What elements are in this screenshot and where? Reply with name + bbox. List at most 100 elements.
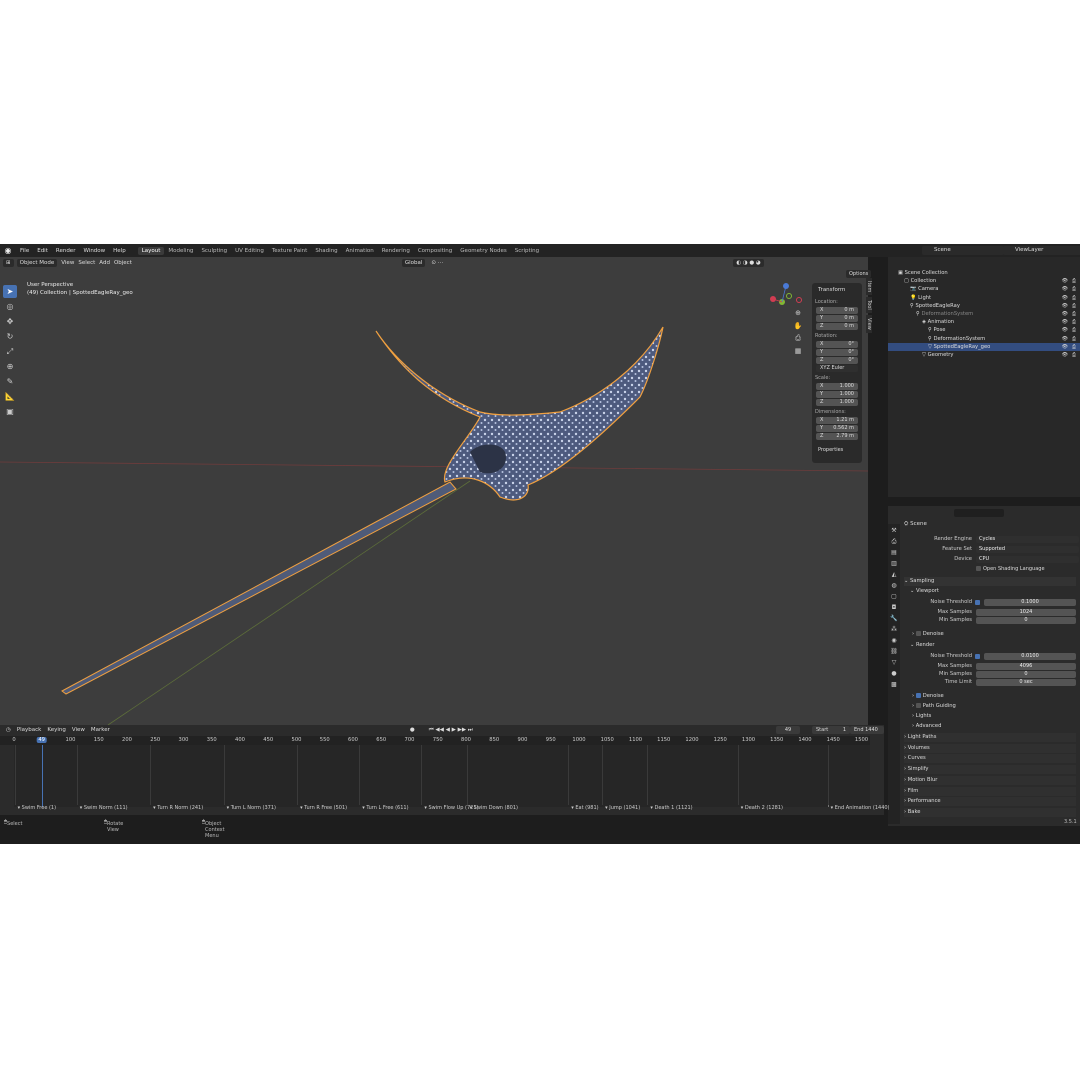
outliner-row[interactable]: ⚲ DeformationSystem 👁 ⎙ bbox=[888, 310, 1080, 318]
location-field-z[interactable]: Z 0 m bbox=[816, 323, 858, 330]
visibility-eye-icon[interactable]: 👁 bbox=[1062, 302, 1068, 310]
orientation-dropdown[interactable]: Global bbox=[401, 258, 426, 267]
menu-help[interactable]: Help bbox=[109, 248, 130, 254]
scene-selector[interactable]: Scene bbox=[922, 246, 1004, 255]
visibility-eye-icon[interactable]: 👁 bbox=[1062, 326, 1068, 334]
outliner-row[interactable]: ▽ SpottedEagleRay_geo 👁 ⎙ bbox=[888, 342, 1080, 351]
data-tab-icon[interactable]: ▽ bbox=[890, 658, 899, 667]
viewport-subsection[interactable]: ⌄ Viewport bbox=[910, 587, 1076, 596]
output-tab-icon[interactable]: ▤ bbox=[890, 548, 899, 557]
ray-body[interactable] bbox=[375, 326, 664, 501]
osl-checkbox[interactable]: Open Shading Language bbox=[976, 566, 1045, 572]
transform-panel-title[interactable]: Transform bbox=[818, 287, 845, 293]
dimensions-field-y[interactable]: Y 0.562 m bbox=[816, 425, 858, 432]
rotation-field-x[interactable]: X 0° bbox=[816, 341, 858, 348]
move-tool-icon[interactable]: ✥ bbox=[3, 315, 17, 328]
menu-window[interactable]: Window bbox=[79, 248, 109, 254]
timeline-marker[interactable]: ▾ Swim Down (801) bbox=[470, 805, 518, 811]
material-tab-icon[interactable]: ● bbox=[890, 669, 899, 678]
mode-dropdown[interactable]: Object Mode bbox=[16, 258, 58, 267]
properties-subpanel[interactable]: Properties bbox=[818, 447, 843, 453]
vp-noise-checkbox[interactable] bbox=[975, 599, 982, 606]
blender-logo-icon[interactable]: ◉ bbox=[3, 246, 13, 256]
scene-tab-icon[interactable]: ◭ bbox=[890, 570, 899, 579]
render-camera-icon[interactable]: ⎙ bbox=[1072, 277, 1076, 285]
outliner-row[interactable]: ⚲ Pose 👁 ⎙ bbox=[888, 326, 1080, 334]
outliner-row[interactable]: ▢ Collection 👁 ⎙ bbox=[888, 277, 1080, 285]
section-motion-blur[interactable]: › Motion Blur bbox=[904, 775, 1076, 785]
scale-field-y[interactable]: Y 1.000 bbox=[816, 391, 858, 398]
tab-item[interactable]: Item bbox=[866, 278, 872, 296]
workspace-tab[interactable]: Shading bbox=[311, 247, 341, 255]
timeline-marker[interactable]: ▾ Death 1 (1121) bbox=[650, 805, 692, 811]
camera-view-icon[interactable]: ⎙ bbox=[793, 332, 803, 345]
workspace-tab[interactable]: Layout bbox=[137, 246, 165, 255]
outliner-row[interactable]: ◈ Animation 👁 ⎙ bbox=[888, 318, 1080, 326]
timeline-marker[interactable]: ▾ Turn R Norm (241) bbox=[153, 805, 203, 811]
marker-menu[interactable]: Marker bbox=[91, 727, 110, 733]
r-denoise-subsection[interactable]: › Denoise bbox=[912, 692, 1076, 701]
visibility-eye-icon[interactable]: 👁 bbox=[1062, 285, 1068, 293]
path-guiding-subsection[interactable]: › Path Guiding bbox=[912, 702, 1076, 711]
visibility-eye-icon[interactable]: 👁 bbox=[1062, 318, 1068, 326]
end-frame-field[interactable]: End 1440 bbox=[850, 726, 884, 734]
start-frame-field[interactable]: Start 1 bbox=[812, 726, 850, 734]
view-menu[interactable]: View bbox=[61, 260, 74, 266]
render-camera-icon[interactable]: ⎙ bbox=[1072, 351, 1076, 359]
advanced-subsection[interactable]: › Advanced bbox=[912, 722, 1076, 731]
timeline-marker[interactable]: ▾ Swim Norm (111) bbox=[80, 805, 128, 811]
timeline-editor-icon[interactable]: ◷ bbox=[6, 727, 11, 733]
workspace-tab[interactable]: Texture Paint bbox=[268, 247, 312, 255]
annotate-tool-icon[interactable]: ✎ bbox=[3, 375, 17, 388]
dimensions-field-z[interactable]: Z 2.79 m bbox=[816, 433, 858, 440]
gizmo-neg-y[interactable] bbox=[786, 293, 792, 299]
viewport-canvas[interactable] bbox=[0, 257, 868, 725]
vp-min-field[interactable]: 0 bbox=[976, 617, 1076, 624]
workspace-tab[interactable]: Modeling bbox=[164, 247, 197, 255]
render-engine-dropdown[interactable]: Cycles bbox=[976, 536, 1079, 543]
zoom-icon[interactable]: ⊕ bbox=[793, 307, 803, 320]
vp-noise-field[interactable]: 0.1000 bbox=[984, 599, 1076, 606]
particles-tab-icon[interactable]: ⁂ bbox=[890, 625, 899, 634]
add-cube-tool-icon[interactable]: ▣ bbox=[3, 405, 17, 418]
object-menu[interactable]: Object bbox=[114, 260, 132, 266]
feature-set-dropdown[interactable]: Supported bbox=[976, 546, 1079, 553]
world-tab-icon[interactable]: ◍ bbox=[890, 581, 899, 590]
options-button[interactable]: Options bbox=[846, 270, 872, 278]
location-field-y[interactable]: Y 0 m bbox=[816, 315, 858, 322]
rotation-field-z[interactable]: Z 0° bbox=[816, 357, 858, 364]
timeline-marker[interactable]: ▾ Turn R Free (501) bbox=[300, 805, 347, 811]
timeline-marker[interactable]: ▾ Jump (1041) bbox=[605, 805, 640, 811]
r-max-field[interactable]: 4096 bbox=[976, 663, 1076, 670]
render-subsection[interactable]: ⌄ Render bbox=[910, 641, 1076, 650]
vp-denoise-subsection[interactable]: › Denoise bbox=[912, 630, 1076, 639]
location-field-x[interactable]: X 0 m bbox=[816, 307, 858, 314]
modifier-tab-icon[interactable]: 🔧 bbox=[890, 614, 899, 623]
workspace-tab[interactable]: Compositing bbox=[414, 247, 456, 255]
rotate-tool-icon[interactable]: ↻ bbox=[3, 330, 17, 343]
render-camera-icon[interactable]: ⎙ bbox=[1072, 335, 1076, 343]
dimensions-field-x[interactable]: X 1.21 m bbox=[816, 417, 858, 424]
menu-file[interactable]: File bbox=[16, 248, 33, 254]
outliner-row[interactable]: ⚲ SpottedEagleRay 👁 ⎙ bbox=[888, 302, 1080, 310]
transform-tool-icon[interactable]: ⊕ bbox=[3, 360, 17, 373]
editor-type-button[interactable]: ⊞ bbox=[3, 258, 14, 267]
timeline-marker[interactable]: ▾ Eat (981) bbox=[571, 805, 598, 811]
workspace-tab[interactable]: UV Editing bbox=[231, 247, 268, 255]
playback-menu[interactable]: Playback bbox=[17, 727, 42, 733]
r-noise-checkbox[interactable] bbox=[975, 653, 982, 660]
ray-tail[interactable] bbox=[61, 481, 457, 695]
section-film[interactable]: › Film bbox=[904, 786, 1076, 796]
tab-tool[interactable]: Tool bbox=[866, 297, 872, 314]
render-camera-icon[interactable]: ⎙ bbox=[1072, 285, 1076, 293]
outliner-row[interactable]: 📷 Camera 👁 ⎙ bbox=[888, 285, 1080, 293]
physics-tab-icon[interactable]: ◉ bbox=[890, 636, 899, 645]
view-layer-tab-icon[interactable]: ▥ bbox=[890, 559, 899, 568]
section-bake[interactable]: › Bake bbox=[904, 807, 1076, 817]
menu-edit[interactable]: Edit bbox=[33, 248, 52, 254]
record-button-icon[interactable]: ● bbox=[410, 727, 415, 733]
select-menu[interactable]: Select bbox=[78, 260, 95, 266]
device-dropdown[interactable]: CPU bbox=[976, 556, 1079, 563]
section-light-paths[interactable]: › Light Paths bbox=[904, 733, 1076, 742]
workspace-tab[interactable]: Geometry Nodes bbox=[456, 247, 510, 255]
